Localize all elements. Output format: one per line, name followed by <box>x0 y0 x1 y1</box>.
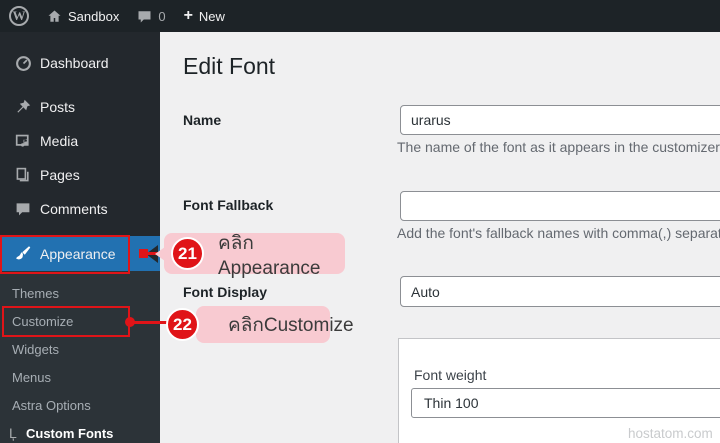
comments-icon <box>14 200 32 218</box>
submenu-item-label: Custom Fonts <box>26 425 114 441</box>
callout-tail-21 <box>155 246 165 261</box>
connector-line-22 <box>130 321 170 324</box>
home-icon <box>47 9 62 24</box>
font-display-value: Auto <box>411 283 440 300</box>
sidebar-item-label: Comments <box>40 201 108 217</box>
submenu-item-widgets[interactable]: Widgets <box>0 335 160 363</box>
paintbrush-icon <box>14 245 32 263</box>
submenu-item-custom-fonts[interactable]: Ļ Custom Fonts <box>0 419 160 443</box>
submenu-item-label: Menus <box>12 369 52 385</box>
step-number-21: 21 <box>178 243 197 263</box>
appearance-submenu: Themes Customize Widgets Menus Astra Opt… <box>0 271 160 443</box>
cursor-glyph-icon: Ļ <box>9 425 17 441</box>
wordpress-logo-icon: W <box>9 6 29 26</box>
sidebar-item-label: Dashboard <box>40 55 109 71</box>
submenu-item-label: Astra Options <box>12 397 91 413</box>
display-field-label: Font Display <box>183 284 268 300</box>
watermark-text: hostatom.com <box>628 426 713 441</box>
font-weight-value: Thin 100 <box>424 395 479 411</box>
pages-icon <box>14 166 32 184</box>
sidebar-item-label: Pages <box>40 167 80 183</box>
name-field-label: Name <box>183 112 222 128</box>
site-name-label: Sandbox <box>68 8 120 24</box>
name-help-text: The name of the font as it appears in th… <box>397 139 720 155</box>
pushpin-icon <box>14 98 32 116</box>
sidebar-item-appearance[interactable]: Appearance <box>0 236 160 271</box>
admin-bar: W Sandbox 0 + New <box>0 0 720 32</box>
font-weight-label: Font weight <box>414 367 487 383</box>
sidebar-item-posts[interactable]: Posts <box>0 90 160 124</box>
step-badge-21: 21 <box>171 237 204 270</box>
sidebar-item-label: Appearance <box>40 245 116 262</box>
sidebar-item-label: Posts <box>40 99 76 115</box>
submenu-item-label: Customize <box>12 313 74 329</box>
plus-icon: + <box>183 7 193 24</box>
sidebar-item-dashboard[interactable]: Dashboard <box>0 46 160 80</box>
submenu-item-label: Widgets <box>12 341 59 357</box>
step-number-22: 22 <box>173 314 192 334</box>
callout-bubble-22: คลิกCustomize <box>196 306 354 343</box>
fallback-help-text: Add the font's fallback names with comma… <box>397 225 720 241</box>
fallback-field-label: Font Fallback <box>183 197 274 213</box>
sidebar-item-comments[interactable]: Comments <box>0 192 160 226</box>
comments-count: 0 <box>158 8 166 24</box>
comment-bubble-icon <box>137 9 152 24</box>
new-menu[interactable]: + New <box>175 0 234 32</box>
callout-label-21: คลิก Appearance <box>218 232 321 279</box>
callout-label-22: คลิกCustomize <box>228 314 354 336</box>
font-display-select[interactable]: Auto <box>400 276 720 307</box>
dashboard-icon <box>14 54 32 72</box>
new-label: New <box>198 8 225 24</box>
site-name-menu[interactable]: Sandbox <box>38 0 128 32</box>
admin-sidebar: Dashboard Posts Media Pages Comments App… <box>0 32 160 443</box>
wp-logo-menu[interactable]: W <box>0 0 38 32</box>
font-weight-select[interactable]: Thin 100 <box>411 388 720 418</box>
sidebar-item-pages[interactable]: Pages <box>0 158 160 192</box>
comments-admin-bar[interactable]: 0 <box>128 0 174 32</box>
font-fallback-input[interactable] <box>400 191 720 221</box>
font-name-input[interactable] <box>400 105 720 135</box>
step-badge-22: 22 <box>166 308 199 341</box>
submenu-item-menus[interactable]: Menus <box>0 363 160 391</box>
submenu-item-astra-options[interactable]: Astra Options <box>0 391 160 419</box>
sidebar-item-label: Media <box>40 133 79 149</box>
page-title: Edit Font <box>183 53 276 79</box>
submenu-item-label: Themes <box>12 285 59 301</box>
submenu-item-themes[interactable]: Themes <box>0 279 160 307</box>
media-icon <box>14 132 32 150</box>
sidebar-item-media[interactable]: Media <box>0 124 160 158</box>
